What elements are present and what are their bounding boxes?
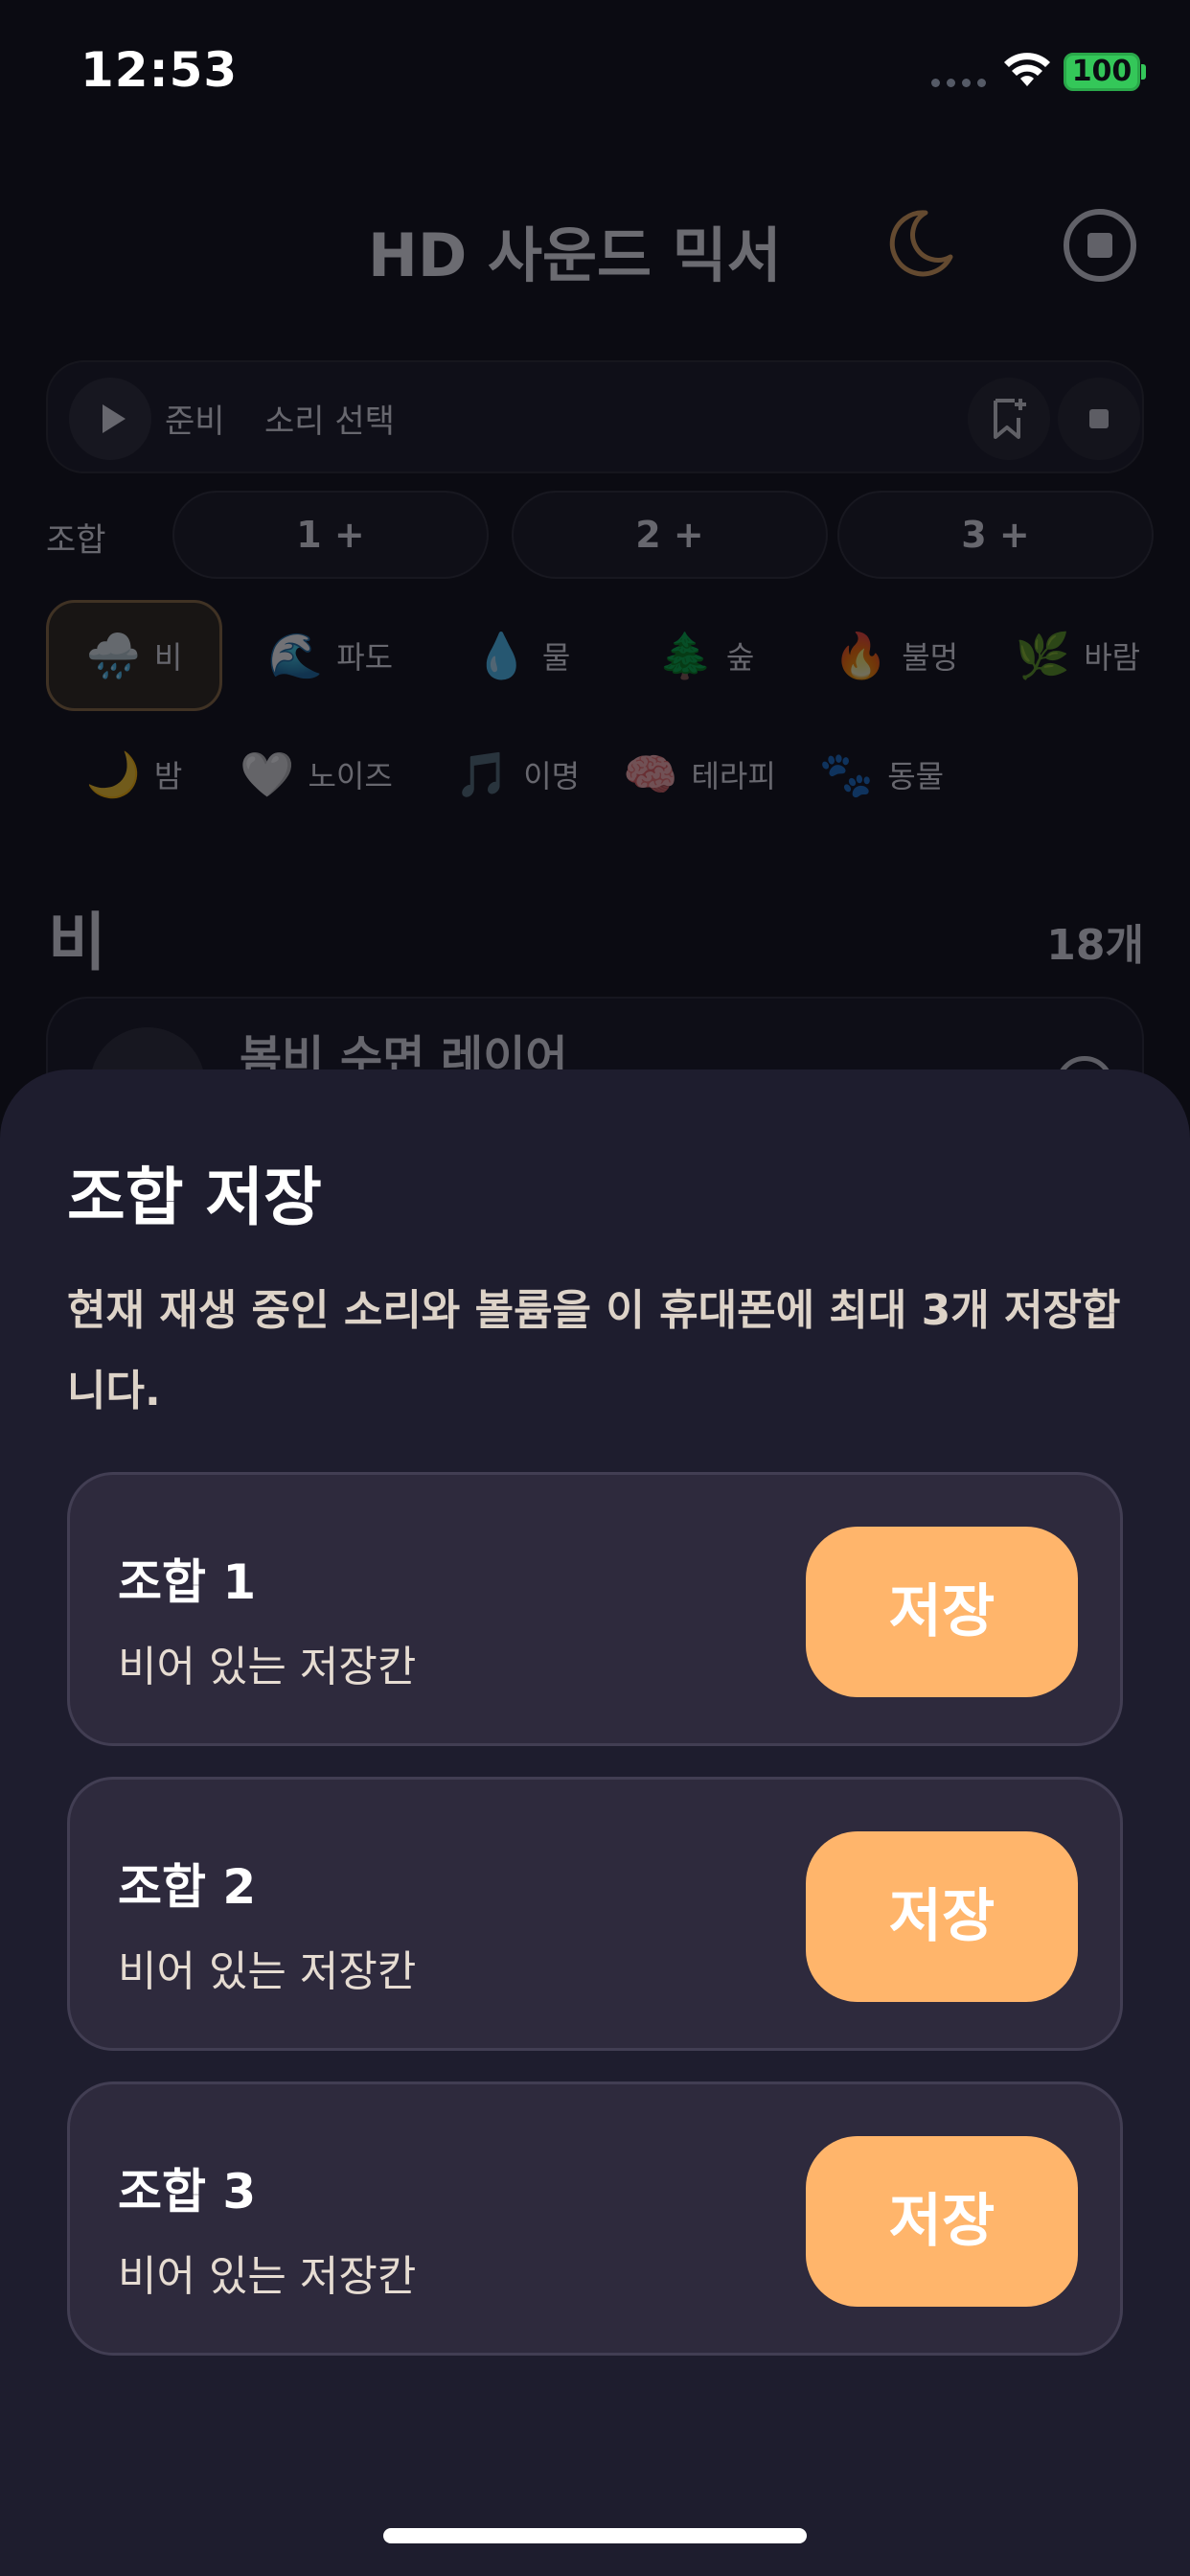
crescent-moon-icon: 🌙 <box>85 748 141 800</box>
player-status: 준비 <box>165 402 225 441</box>
category-water[interactable]: 💧 물 <box>441 600 604 711</box>
category-therapy[interactable]: 🧠 테라피 <box>604 719 795 830</box>
bookmark-plus-icon <box>994 399 1026 439</box>
slot-status: 비어 있는 저장칸 <box>118 2252 417 2301</box>
sheet-description: 현재 재생 중인 소리와 볼륨을 이 휴대폰에 최대 3개 저장합니다. <box>67 1286 1121 1415</box>
category-night[interactable]: 🌙 밤 <box>57 719 211 830</box>
category-label: 노이즈 <box>308 758 393 794</box>
brain-icon: 🧠 <box>623 748 678 800</box>
slot-name: 조합 1 <box>118 1554 257 1610</box>
category-label: 바람 <box>1084 639 1141 676</box>
play-button[interactable] <box>69 378 151 460</box>
category-noise[interactable]: 🤍 노이즈 <box>230 719 402 830</box>
save-slot-3: 조합 3 비어 있는 저장칸 저장 <box>67 2082 1123 2356</box>
category-label: 불멍 <box>902 639 959 676</box>
combo-label: 조합 <box>46 521 106 560</box>
tree-icon: 🌲 <box>657 630 713 681</box>
stop-button[interactable] <box>1058 378 1140 460</box>
category-rain[interactable]: 🌧️ 비 <box>46 600 222 711</box>
app-header: HD 사운드 믹서 <box>0 144 1190 335</box>
category-label: 비 <box>153 639 183 676</box>
slot-name: 조합 3 <box>118 2164 257 2220</box>
category-label: 물 <box>541 639 571 676</box>
category-label: 이명 <box>523 758 581 794</box>
droplet-icon: 💧 <box>473 630 529 681</box>
status-time: 12:53 <box>80 42 239 98</box>
player-bar: 준비 소리 선택 <box>46 360 1144 473</box>
battery-icon: 100 <box>1064 53 1140 91</box>
battery-level: 100 <box>1071 55 1133 88</box>
section-count: 18개 <box>1046 921 1144 970</box>
save-combo-sheet: 조합 저장 현재 재생 중인 소리와 볼륨을 이 휴대폰에 최대 3개 저장합니… <box>0 1070 1190 2576</box>
wave-icon: 🌊 <box>267 630 324 681</box>
wifi-icon <box>1004 53 1050 86</box>
leaf-icon: 🌿 <box>1015 630 1071 681</box>
fire-icon: 🔥 <box>833 630 889 681</box>
category-forest[interactable]: 🌲 숲 <box>625 600 788 711</box>
combo-slot-3[interactable]: 3 + <box>837 491 1154 579</box>
category-label: 밤 <box>153 758 183 794</box>
category-tinnitus[interactable]: 🎵 이명 <box>431 719 604 830</box>
slot-status: 비어 있는 저장칸 <box>118 1643 417 1691</box>
cellular-signal-icon <box>931 79 986 87</box>
slot-name: 조합 2 <box>118 1859 257 1915</box>
status-bar: 12:53 100 <box>0 0 1190 144</box>
save-combo-button[interactable] <box>968 378 1050 460</box>
category-label: 숲 <box>725 639 755 676</box>
combo-slot-1[interactable]: 1 + <box>172 491 489 579</box>
player-current-sound: 소리 선택 <box>264 402 395 441</box>
stop-all-icon[interactable] <box>1064 209 1136 282</box>
combo-slot-2[interactable]: 2 + <box>512 491 828 579</box>
screen: 12:53 100 HD 사운드 믹서 준비 소리 선택 조합 1 + 2 + … <box>0 0 1190 2576</box>
save-slot-2: 조합 2 비어 있는 저장칸 저장 <box>67 1777 1123 2051</box>
slot-status: 비어 있는 저장칸 <box>118 1947 417 1996</box>
home-indicator[interactable] <box>383 2528 807 2543</box>
combo-row: 조합 1 + 2 + 3 + <box>46 491 1154 579</box>
paw-icon: 🐾 <box>818 748 875 800</box>
battery-cap <box>1141 64 1146 80</box>
category-animals[interactable]: 🐾 동물 <box>805 719 958 830</box>
moon-icon[interactable] <box>881 207 956 282</box>
category-label: 테라피 <box>691 758 776 794</box>
category-label: 동물 <box>887 758 945 794</box>
rain-icon: 🌧️ <box>85 630 141 681</box>
category-label: 파도 <box>336 639 394 676</box>
save-slot-2-button[interactable]: 저장 <box>806 1831 1078 2002</box>
category-waves[interactable]: 🌊 파도 <box>240 600 422 711</box>
sheet-title: 조합 저장 <box>67 1161 322 1234</box>
app-title: HD 사운드 믹서 <box>368 220 782 290</box>
save-slot-1: 조합 1 비어 있는 저장칸 저장 <box>67 1472 1123 1746</box>
save-slot-1-button[interactable]: 저장 <box>806 1527 1078 1697</box>
category-wind[interactable]: 🌿 바람 <box>987 600 1169 711</box>
heart-icon: 🤍 <box>240 748 295 800</box>
section-title: 비 <box>48 906 106 979</box>
music-note-icon: 🎵 <box>454 748 511 800</box>
category-fire[interactable]: 🔥 불멍 <box>805 600 987 711</box>
save-slot-3-button[interactable]: 저장 <box>806 2136 1078 2307</box>
